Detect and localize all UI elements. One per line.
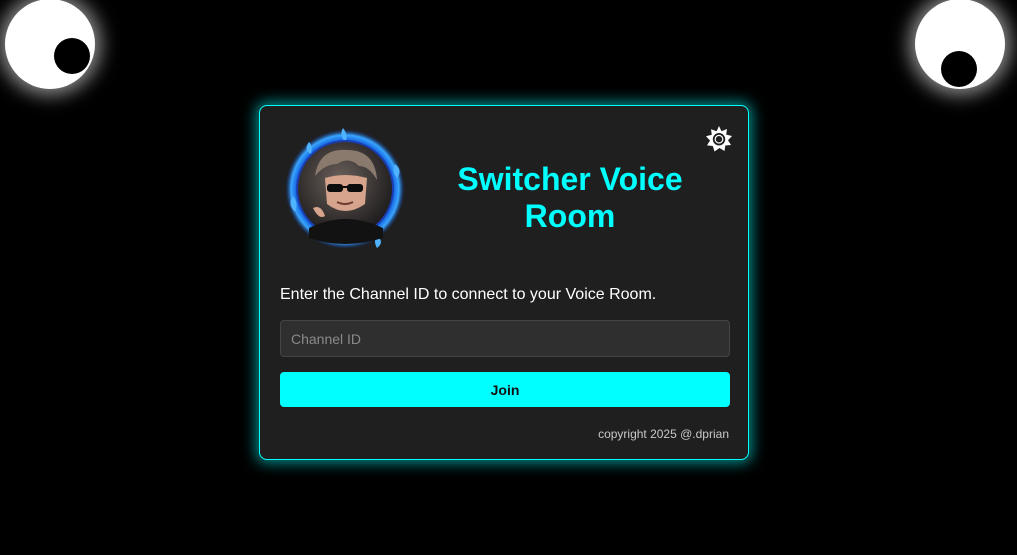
join-button[interactable]: Join (280, 372, 730, 407)
left-googly-eye (5, 0, 95, 89)
left-eye-pupil (54, 38, 90, 74)
voice-room-card: Switcher Voice Room Enter the Channel ID… (259, 105, 749, 460)
right-eye-pupil (941, 51, 977, 87)
instruction-text: Enter the Channel ID to connect to your … (280, 286, 657, 303)
theme-toggle-button[interactable] (705, 125, 733, 153)
right-googly-eye (915, 0, 1005, 89)
sun-gear-icon (706, 126, 732, 152)
avatar (285, 126, 405, 252)
page-title: Switcher Voice Room (457, 161, 683, 234)
copyright-text: copyright 2025 @.dprian (598, 427, 729, 441)
channel-id-input[interactable] (280, 320, 730, 357)
